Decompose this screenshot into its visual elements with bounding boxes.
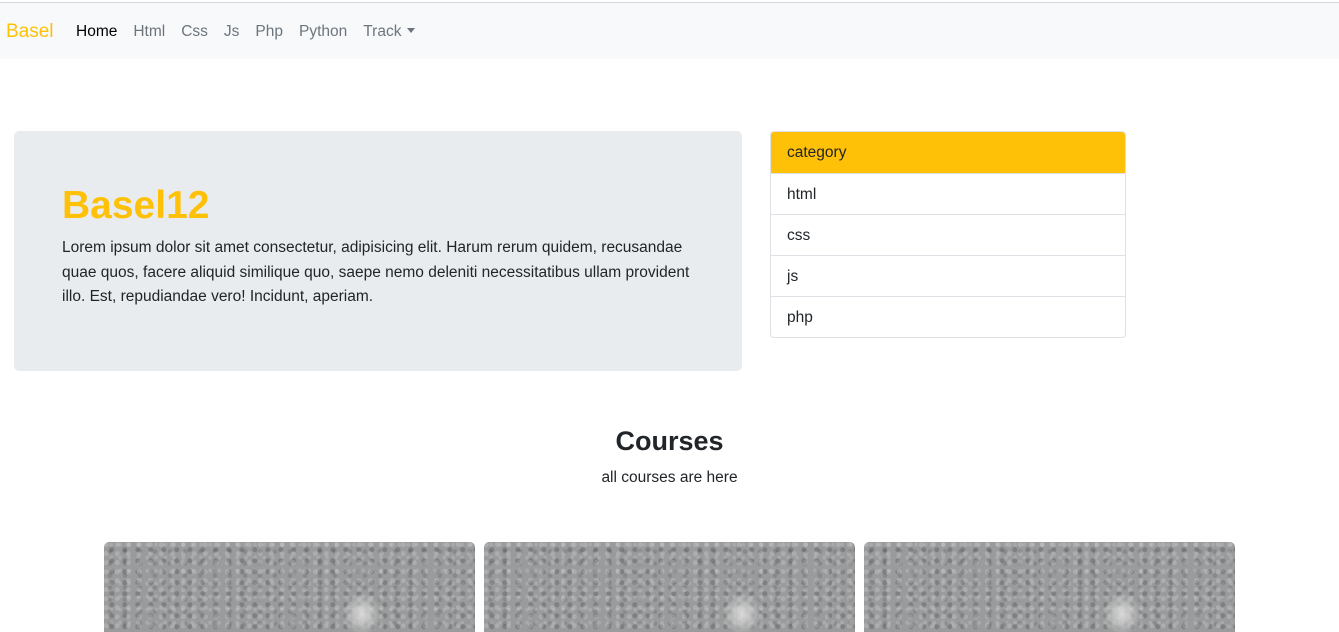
courses-subtitle: all courses are here: [601, 469, 738, 486]
nav-link-python[interactable]: Python: [299, 21, 347, 43]
nav-link-home[interactable]: Home: [76, 21, 117, 43]
navbar: Basel Home Html Css Js Php Python Track: [0, 3, 1339, 59]
course-card-image[interactable]: [484, 542, 855, 632]
nav-dropdown-track[interactable]: Track: [363, 21, 416, 43]
nav-link-js[interactable]: Js: [224, 21, 240, 43]
hero-text: Lorem ipsum dolor sit amet consectetur, …: [62, 239, 690, 305]
nav-link-html[interactable]: Html: [133, 21, 165, 43]
category-item-js[interactable]: js: [771, 255, 1125, 296]
card-image-highlight: [344, 594, 380, 632]
nav-links: Home Html Css Js Php Python Track: [76, 21, 431, 43]
nav-link-css[interactable]: Css: [181, 21, 208, 43]
navbar-brand[interactable]: Basel: [6, 20, 54, 44]
nav-link-php[interactable]: Php: [255, 21, 283, 43]
caret-down-icon: [407, 28, 416, 33]
card-image-highlight: [724, 594, 760, 632]
category-item-css[interactable]: css: [771, 214, 1125, 255]
category-list: category html css js php: [770, 131, 1126, 338]
course-card-image[interactable]: [864, 542, 1235, 632]
nav-dropdown-track-label: Track: [363, 23, 402, 40]
hero-jumbotron: Basel12 Lorem ipsum dolor sit amet conse…: [14, 131, 742, 371]
course-card-image[interactable]: [104, 542, 475, 632]
card-image-highlight: [1104, 594, 1140, 632]
category-item-php[interactable]: php: [771, 296, 1125, 337]
courses-title: Courses: [615, 426, 724, 456]
hero-title: Basel12: [62, 184, 210, 227]
category-list-header: category: [771, 132, 1125, 173]
category-item-html[interactable]: html: [771, 173, 1125, 214]
